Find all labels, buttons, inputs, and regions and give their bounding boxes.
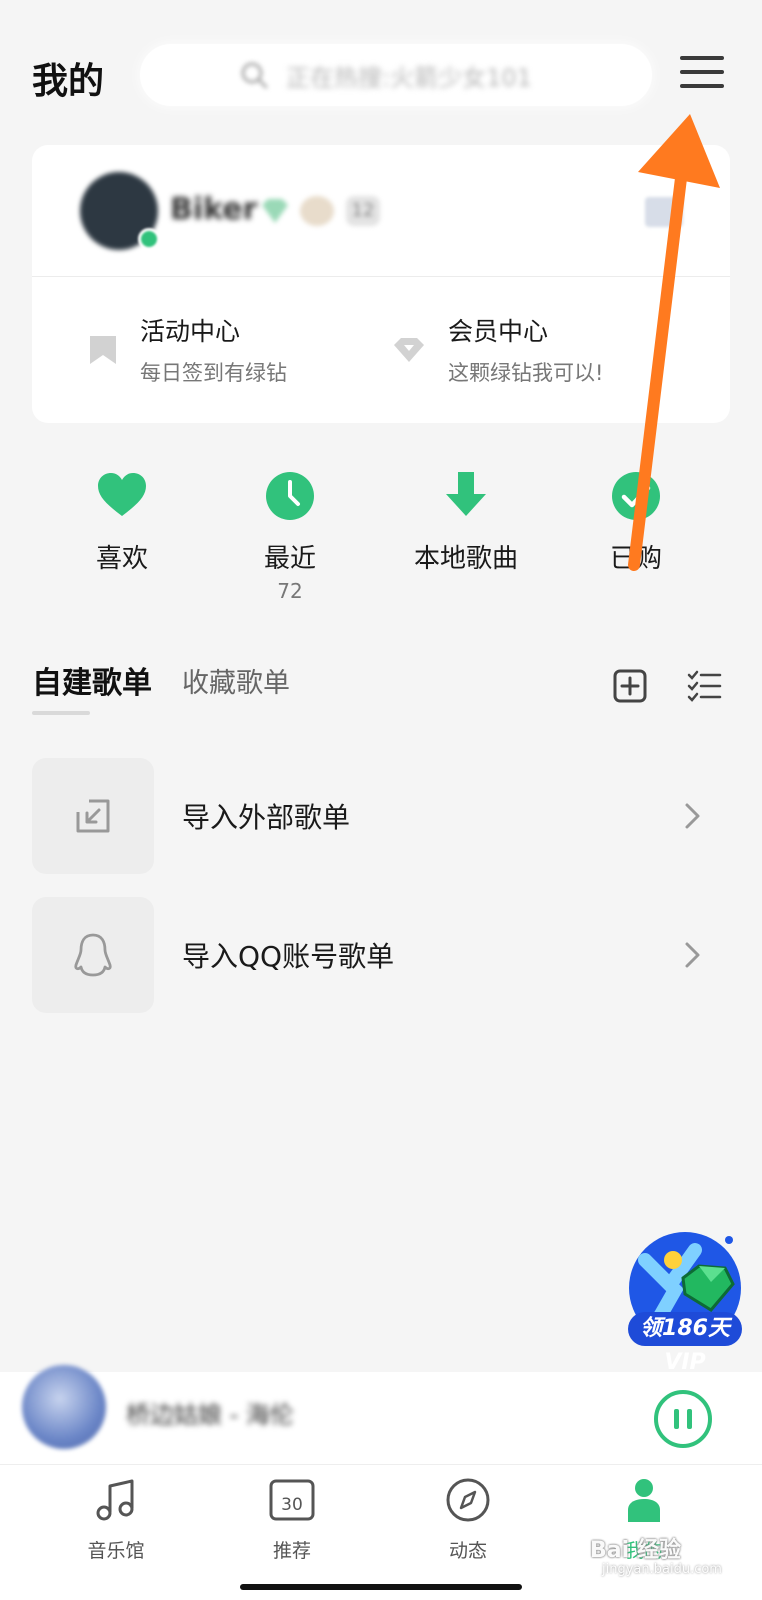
pause-button[interactable] — [654, 1390, 712, 1448]
quick-action-label: 最近 — [263, 544, 316, 574]
download-icon — [446, 472, 486, 516]
quick-action-like[interactable]: 喜欢 — [52, 470, 192, 575]
album-art[interactable] — [22, 1365, 106, 1449]
compass-icon — [446, 1478, 490, 1522]
tab-label: 推荐 — [272, 1540, 311, 1562]
manage-list-icon[interactable] — [686, 668, 722, 704]
quick-action-local-songs[interactable]: 本地歌曲 — [396, 470, 536, 575]
watermark: Bai 经验 — [590, 1538, 681, 1563]
annotation-arrow-icon — [628, 114, 720, 571]
quick-action-label: 喜欢 — [95, 544, 148, 574]
entry-title: 活动中心 — [140, 317, 241, 346]
menu-icon[interactable] — [680, 56, 724, 96]
row-thumbnail — [32, 897, 154, 1013]
tab-my-playlists[interactable]: 自建歌单 — [32, 658, 152, 702]
mini-player[interactable] — [0, 1372, 762, 1464]
chevron-right-icon — [685, 942, 700, 968]
activity-center-entry[interactable]: 活动中心 每日签到有绿钻 — [86, 315, 287, 387]
home-indicator — [240, 1584, 522, 1590]
row-label: 导入外部歌单 — [182, 801, 351, 834]
quick-action-label: 本地歌曲 — [413, 544, 518, 574]
calendar-icon: 30 — [269, 1479, 315, 1521]
tab-underline — [32, 711, 90, 715]
tab-recommend[interactable]: 30 推荐 — [232, 1476, 352, 1563]
tab-saved-playlists[interactable]: 收藏歌单 — [182, 661, 290, 700]
clock-icon — [266, 472, 314, 520]
tab-label: 动态 — [448, 1540, 487, 1562]
search-placeholder: 正在热搜:火箭少女101 — [286, 63, 532, 92]
player-track-title[interactable]: 桥边姑娘 - 海伦 — [126, 1395, 294, 1430]
import-icon — [76, 799, 110, 833]
member-center-entry[interactable]: 会员中心 这颗绿钻我可以! — [390, 315, 603, 387]
chevron-right-icon — [685, 803, 700, 829]
heart-icon — [98, 473, 146, 516]
search-icon — [241, 62, 268, 89]
vip-promo-label[interactable]: 领186天VIP — [628, 1312, 742, 1375]
member-badge-icon[interactable] — [300, 196, 334, 226]
recent-count: 72 — [277, 579, 303, 603]
list-item-import-external[interactable]: 导入外部歌单 — [32, 758, 730, 874]
watermark-url: jingyan.baidu.com — [602, 1562, 722, 1577]
qq-penguin-icon — [74, 933, 112, 977]
username[interactable]: Biker — [170, 192, 257, 227]
bookmark-icon — [90, 336, 116, 364]
entry-subtitle: 这颗绿钻我可以! — [448, 361, 604, 385]
quick-action-recent[interactable]: 最近 72 — [220, 470, 360, 603]
tab-label: 音乐馆 — [87, 1540, 145, 1562]
entry-title: 会员中心 — [448, 317, 549, 346]
level-badge[interactable]: 12 — [346, 196, 380, 226]
calendar-day: 30 — [281, 1495, 303, 1515]
level-text: 12 — [351, 200, 375, 221]
add-playlist-icon[interactable] — [612, 668, 648, 704]
tab-music-hall[interactable]: 音乐馆 — [56, 1476, 176, 1563]
tab-feed[interactable]: 动态 — [408, 1476, 528, 1563]
row-label: 导入QQ账号歌单 — [182, 940, 395, 973]
page-title: 我的 — [32, 61, 105, 102]
row-thumbnail — [32, 758, 154, 874]
music-note-icon — [96, 1479, 134, 1521]
search-bar[interactable]: 正在热搜:火箭少女101 — [140, 44, 652, 106]
person-icon — [628, 1479, 660, 1522]
list-item-import-qq[interactable]: 导入QQ账号歌单 — [32, 897, 730, 1013]
green-diamond-badge-icon[interactable] — [258, 196, 292, 226]
online-status-icon — [138, 228, 160, 250]
entry-subtitle: 每日签到有绿钻 — [140, 361, 287, 385]
diamond-icon — [394, 338, 424, 362]
